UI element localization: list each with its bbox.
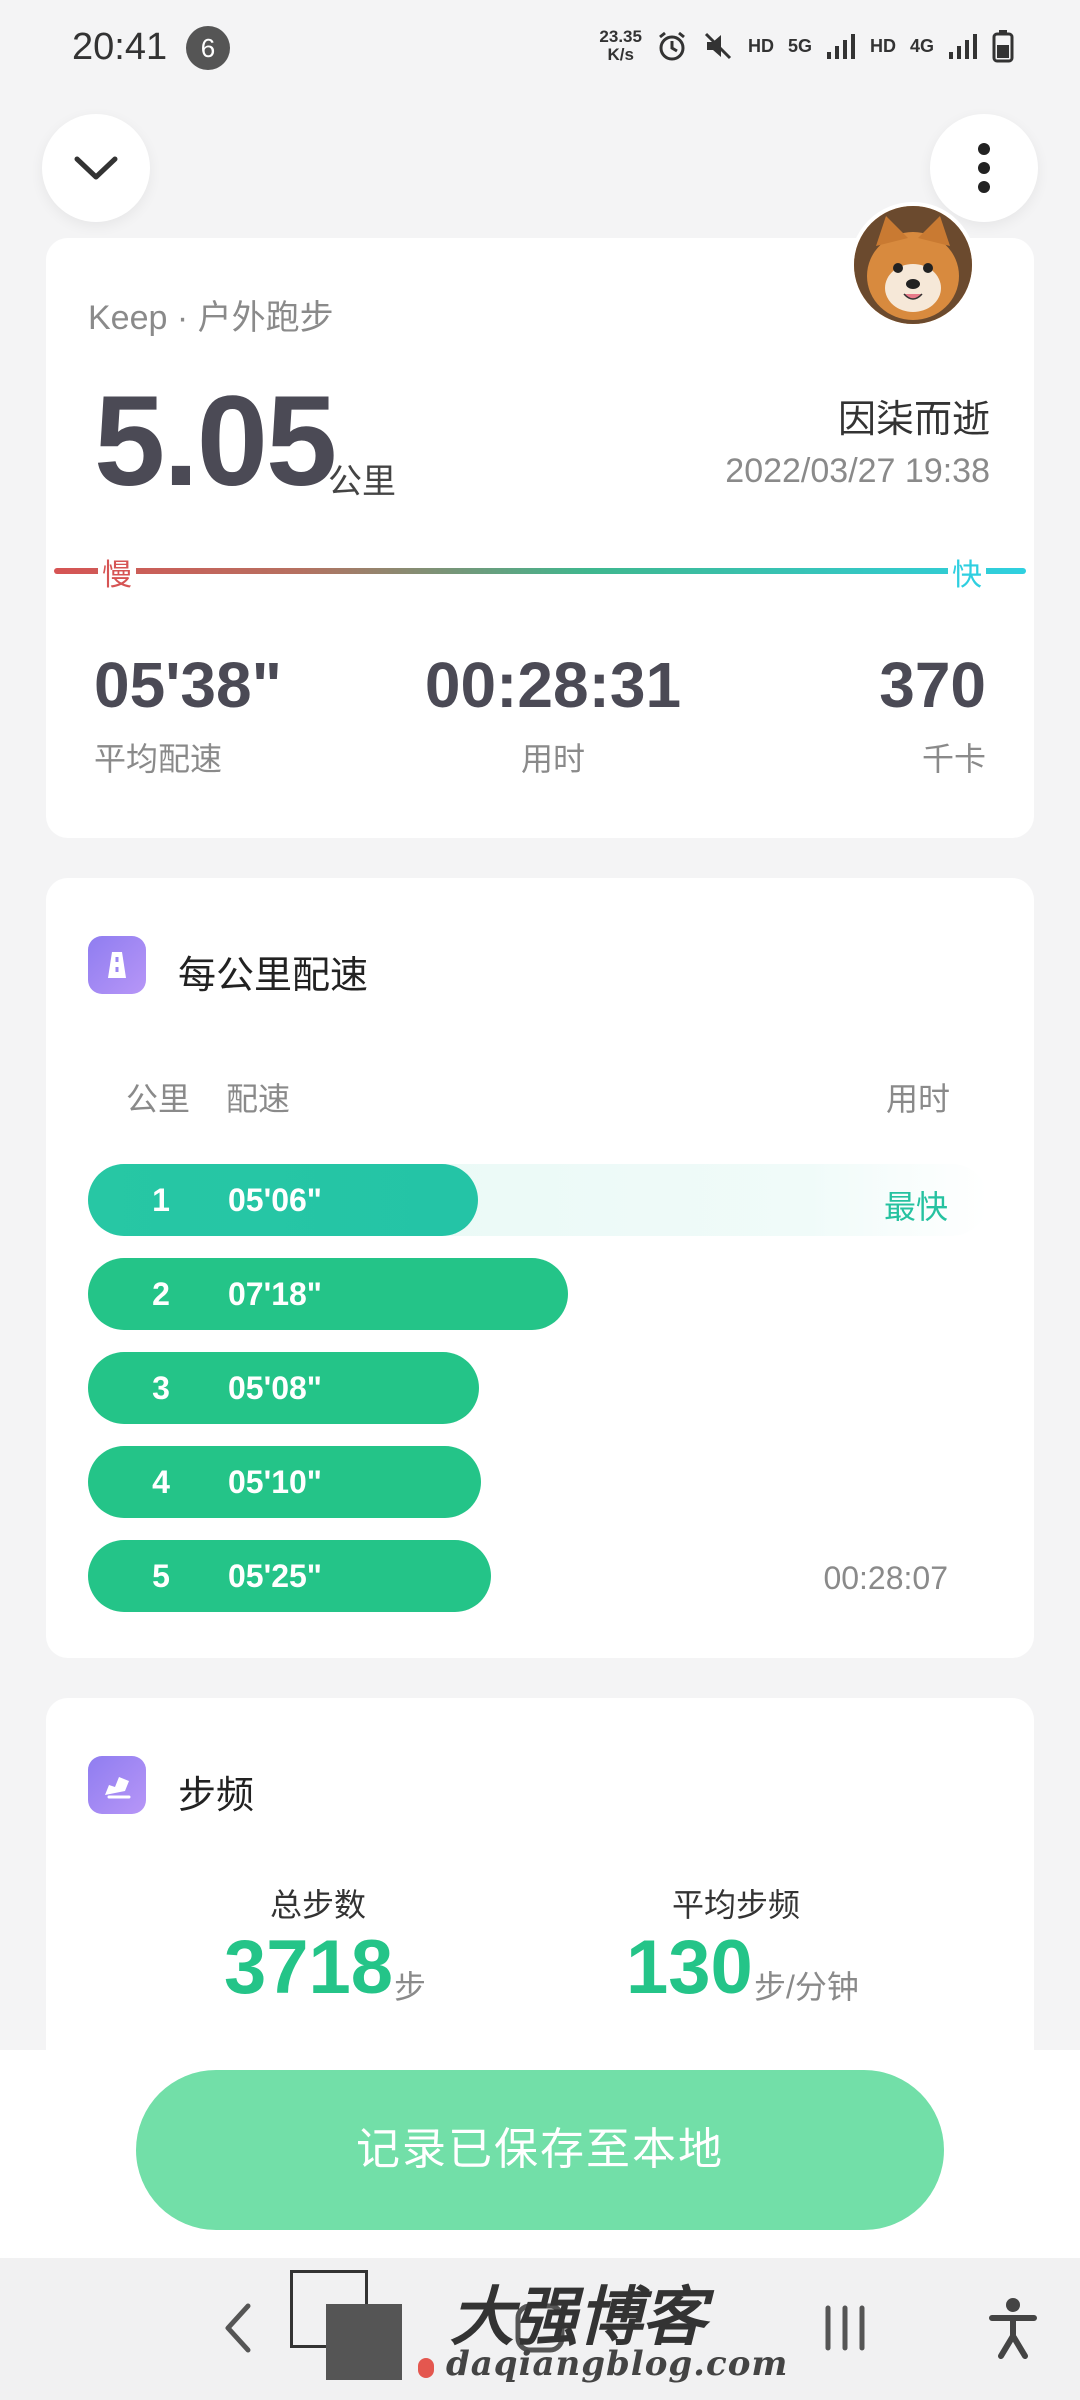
- avg-pace-stat: 05'38" 平均配速: [94, 648, 282, 780]
- pace-row-km: 2: [152, 1276, 170, 1312]
- pace-section-title: 每公里配速: [178, 955, 369, 997]
- cadence-card: 步频 总步数 3718 步 平均步频 130 步/分钟: [46, 1698, 1034, 2108]
- pace-total-time: 00:28:07: [823, 1560, 948, 1596]
- accessibility-icon[interactable]: [988, 2296, 1038, 2360]
- net-speed-value: 23.35: [599, 27, 642, 46]
- pace-row-km: 5: [152, 1558, 170, 1594]
- alarm-icon: [659, 31, 685, 61]
- calories-value: 370: [879, 649, 986, 721]
- section-icon-pace: [88, 936, 146, 994]
- avatar[interactable]: [850, 202, 976, 328]
- saved-locally-button[interactable]: 记录已保存至本地: [136, 2070, 944, 2230]
- status-time: 20:41: [72, 26, 168, 68]
- pace-row-km-3[interactable]: 3 05'08": [88, 1352, 988, 1424]
- total-steps-unit: 步: [394, 1969, 427, 2005]
- chevron-down-icon: [74, 156, 118, 180]
- pace-row-km-5[interactable]: 5 05'25" 00:28:07: [88, 1540, 988, 1612]
- net-speed-unit: K/s: [607, 45, 634, 64]
- section-icon-cadence: [88, 1756, 146, 1814]
- signal-strength-icon-2: [949, 34, 977, 59]
- network-5g-label: 5G: [787, 35, 812, 56]
- pace-row-pace: 07'18": [228, 1276, 322, 1312]
- duration-stat: 00:28:31 用时: [418, 648, 688, 780]
- battery-icon: [992, 30, 1014, 63]
- net-speed: 23.35 K/s: [599, 28, 642, 64]
- avg-pace-value: 05'38": [94, 649, 282, 721]
- nav-back-icon[interactable]: [218, 2298, 258, 2358]
- watermark-dot: [418, 2358, 434, 2378]
- col-header-km: 公里: [126, 1081, 191, 1117]
- pace-gradient-bar: [54, 568, 1026, 574]
- more-options-button[interactable]: [930, 114, 1038, 222]
- road-icon: [108, 952, 126, 978]
- duration-label: 用时: [520, 741, 585, 777]
- pace-row-km: 1: [152, 1182, 170, 1218]
- status-bar: 20:41 6 23.35 K/s HD 5G HD 4G: [0, 0, 1080, 100]
- pace-per-km-card: 每公里配速 公里 配速 用时 1 05'06" 最快 2 07'18" 3 05'08" 4 0…: [46, 878, 1034, 1658]
- avg-cadence-unit: 步/分钟: [754, 1969, 859, 2005]
- pace-row-pace: 05'06": [228, 1182, 322, 1218]
- collapse-button[interactable]: [42, 114, 150, 222]
- pace-row-pace: 05'10": [228, 1464, 322, 1500]
- more-vertical-icon: [978, 143, 990, 193]
- slow-label: 慢: [98, 550, 136, 594]
- watermark-square-fill: [326, 2304, 402, 2380]
- status-icons: 23.35 K/s HD 5G HD 4G: [599, 28, 1014, 64]
- pace-row-pace: 05'25": [228, 1558, 322, 1594]
- distance-unit: 公里: [328, 463, 396, 501]
- dog-avatar-image: [854, 206, 972, 324]
- pace-row-km: 3: [152, 1370, 170, 1406]
- run-datetime: 2022/03/27 19:38: [725, 452, 990, 490]
- shoe-icon: [105, 1777, 131, 1799]
- avg-cadence-label: 平均步频: [672, 1887, 801, 1923]
- signal-strength-icon: [826, 34, 855, 59]
- system-nav-bar: 大强博客 daqiangblog.com: [0, 2258, 1080, 2400]
- notification-count-badge: 6: [186, 26, 230, 70]
- network-4g-label: 4G: [909, 35, 934, 56]
- hd-indicator-1: HD: [747, 35, 774, 56]
- avg-cadence-value: 130: [626, 1925, 753, 2010]
- avg-pace-label: 平均配速: [94, 741, 223, 777]
- mute-icon: [704, 32, 732, 60]
- run-summary-card: Keep · 户外跑步 5.05 公里 因柒而逝 2022/03/27 19:3…: [46, 238, 1034, 838]
- pace-row-km: 4: [152, 1464, 170, 1500]
- fastest-tag: 最快: [883, 1189, 948, 1225]
- pace-row-km-4[interactable]: 4 05'10": [88, 1446, 988, 1518]
- nav-recents-icon[interactable]: [820, 2298, 870, 2358]
- pace-row-km-1[interactable]: 1 05'06" 最快: [88, 1164, 988, 1236]
- calories-label: 千卡: [921, 741, 986, 777]
- col-header-time: 用时: [885, 1081, 950, 1117]
- total-steps-label: 总步数: [270, 1887, 367, 1923]
- distance-value: 5.05: [94, 370, 337, 513]
- total-steps-value: 3718: [224, 1925, 394, 2010]
- watermark-url: daqiangblog.com: [446, 2344, 789, 2384]
- fast-label: 快: [948, 550, 986, 594]
- app-activity-label: Keep · 户外跑步: [88, 299, 334, 337]
- calories-stat: 370 千卡: [879, 648, 986, 780]
- hd-indicator-2: HD: [869, 35, 896, 56]
- col-header-pace: 配速: [226, 1081, 291, 1117]
- pace-row-km-2[interactable]: 2 07'18": [88, 1258, 988, 1330]
- bottom-panel: 记录已保存至本地: [0, 2050, 1080, 2258]
- duration-value: 00:28:31: [424, 649, 682, 721]
- cadence-section-title: 步频: [178, 1775, 255, 1817]
- pace-row-pace: 05'08": [228, 1370, 322, 1406]
- user-name[interactable]: 因柒而逝: [838, 388, 990, 443]
